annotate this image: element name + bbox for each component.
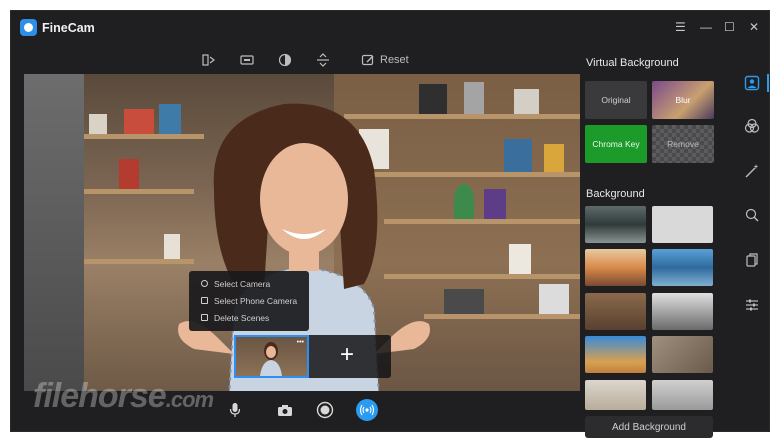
broadcast-icon [360, 404, 374, 416]
active-indicator [767, 74, 769, 92]
scenes-strip: ••• + [234, 335, 391, 378]
add-scene-button[interactable]: + [340, 341, 354, 369]
add-background-button[interactable]: Add Background [585, 416, 713, 438]
background-thumb-wall[interactable] [652, 380, 713, 410]
side-rail [734, 45, 770, 425]
bottom-controls [24, 391, 580, 431]
vb-option-remove[interactable]: Remove [652, 125, 714, 163]
vb-option-chroma-key[interactable]: Chroma Key [585, 125, 647, 163]
background-thumb-room[interactable] [585, 380, 646, 410]
microphone-icon[interactable] [226, 401, 244, 419]
camera-preview: Select Camera Select Phone Camera Delete… [24, 74, 580, 391]
background-thumb-hallway[interactable] [652, 293, 713, 330]
menu-item-label: Select Phone Camera [214, 295, 298, 306]
background-thumb-brick[interactable] [652, 336, 713, 373]
video-toolbar: Reset [201, 51, 409, 69]
background-panel: Virtual Background Original Blur Chroma … [582, 45, 732, 438]
background-thumb-library[interactable] [585, 293, 646, 330]
vb-option-blur[interactable]: Blur [652, 81, 714, 119]
portrait-background-icon[interactable] [743, 74, 761, 92]
trash-icon [201, 314, 208, 321]
menu-item-label: Select Camera [214, 278, 271, 289]
scene-thumbnail[interactable]: ••• [234, 335, 309, 378]
app-title: FineCam [42, 21, 95, 35]
phone-camera-icon [201, 297, 208, 304]
background-thumb-texture[interactable] [652, 206, 713, 243]
vb-option-label: Chroma Key [592, 139, 640, 149]
beauty-icon[interactable] [743, 206, 761, 224]
minimize-button[interactable]: — [700, 20, 712, 34]
background-title: Background [586, 188, 645, 200]
flip-vertical-icon[interactable] [315, 52, 331, 68]
vb-option-label: Blur [675, 95, 691, 105]
maximize-button[interactable]: ☐ [724, 20, 735, 34]
menu-item-select-phone-camera[interactable]: Select Phone Camera [189, 292, 309, 309]
mirror-icon[interactable] [201, 52, 217, 68]
filters-icon[interactable] [743, 117, 761, 135]
background-thumb-desert[interactable] [585, 336, 646, 373]
menu-icon[interactable]: ☰ [675, 20, 686, 34]
camera-icon [201, 280, 208, 287]
menu-item-select-camera[interactable]: Select Camera [189, 275, 309, 292]
close-button[interactable]: ✕ [749, 20, 759, 34]
vb-option-original[interactable]: Original [585, 81, 647, 119]
reset-label: Reset [380, 54, 409, 66]
background-thumb-office[interactable] [585, 206, 646, 243]
live-stream-button[interactable] [356, 399, 378, 421]
magic-wand-icon[interactable] [743, 162, 761, 180]
contrast-icon[interactable] [277, 52, 293, 68]
app-window: FineCam ☰ — ☐ ✕ Reset Select Camera Sele… [10, 10, 770, 438]
finecam-logo-icon [20, 19, 37, 36]
adjustments-icon[interactable] [743, 296, 761, 314]
title-bar: FineCam ☰ — ☐ ✕ [11, 11, 769, 45]
background-thumb-paris[interactable] [585, 249, 646, 286]
stickers-icon[interactable] [743, 251, 761, 269]
background-thumb-lake[interactable] [652, 249, 713, 286]
menu-item-delete-scenes[interactable]: Delete Scenes [189, 309, 309, 326]
record-icon[interactable] [316, 401, 334, 419]
vb-option-label: Remove [667, 139, 699, 149]
reset-icon [361, 54, 374, 66]
virtual-background-title: Virtual Background [586, 57, 679, 69]
more-options-icon[interactable]: ••• [297, 339, 304, 346]
reset-button[interactable]: Reset [361, 53, 409, 67]
snapshot-camera-icon[interactable] [276, 401, 294, 419]
hdr-icon[interactable] [239, 52, 255, 68]
camera-context-menu: Select Camera Select Phone Camera Delete… [189, 271, 309, 331]
vb-option-label: Original [601, 95, 631, 105]
menu-item-label: Delete Scenes [214, 312, 270, 323]
